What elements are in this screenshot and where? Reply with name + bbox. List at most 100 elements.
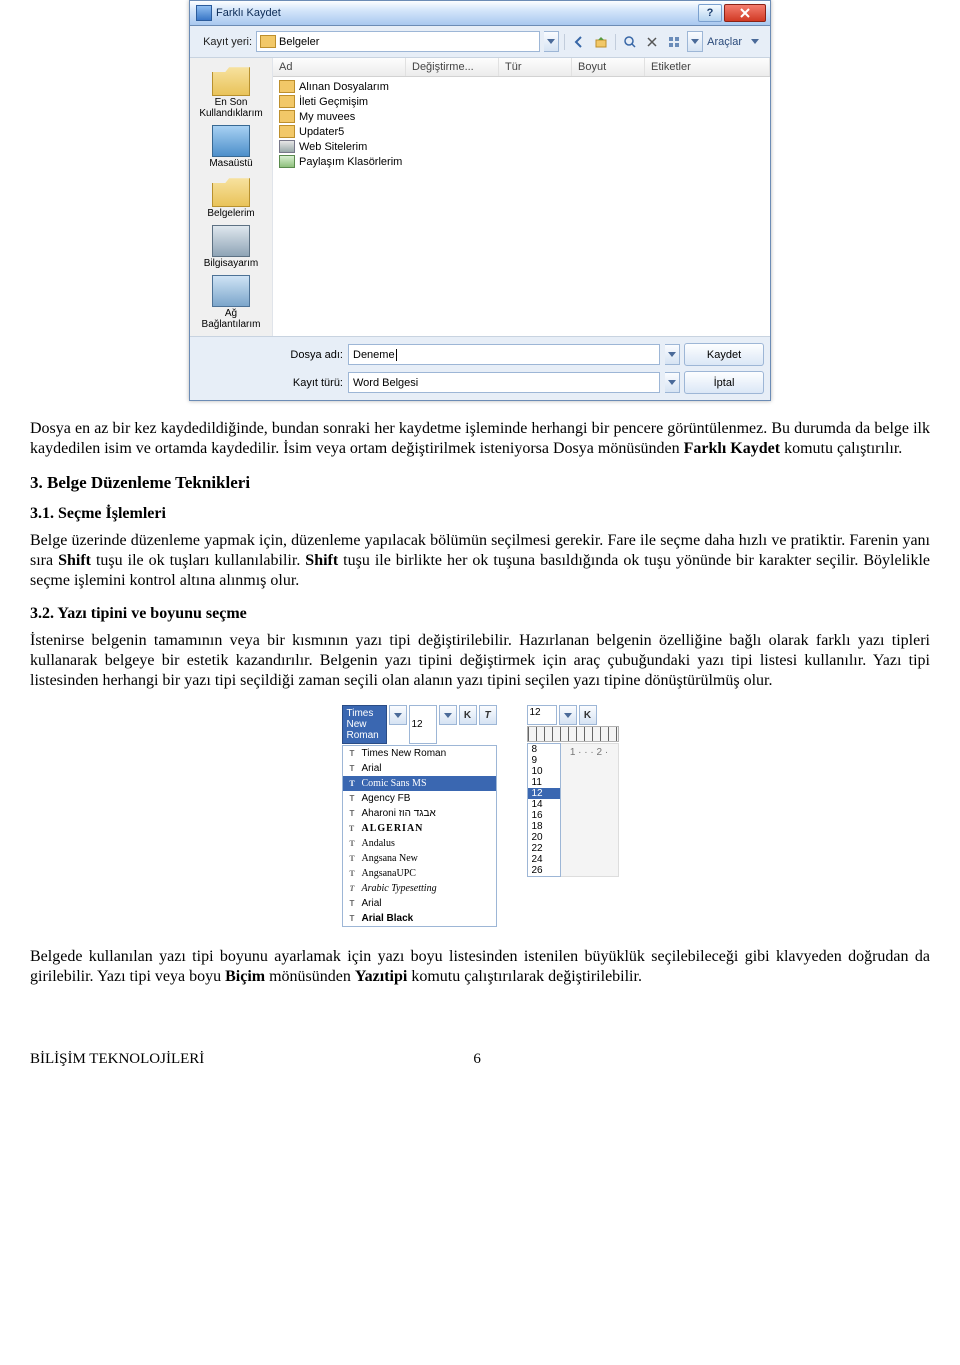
list-item[interactable]: 16 bbox=[528, 810, 560, 821]
up-folder-icon bbox=[594, 35, 608, 49]
footer-left: BİLİŞİM TEKNOLOJİLERİ bbox=[30, 1051, 204, 1068]
size-dropdown-button[interactable] bbox=[439, 705, 457, 725]
col-type[interactable]: Tür bbox=[499, 58, 572, 76]
size-toolbar: 12 K bbox=[527, 705, 619, 725]
truetype-icon: T bbox=[347, 853, 358, 864]
list-item[interactable]: TAharoni אבגד הוז bbox=[343, 806, 496, 821]
place-desktop-label: Masaüstü bbox=[196, 158, 266, 169]
list-item[interactable]: 8 bbox=[528, 744, 560, 755]
location-label: Kayıt yeri: bbox=[196, 36, 252, 48]
list-item[interactable]: 14 bbox=[528, 799, 560, 810]
close-button[interactable] bbox=[724, 4, 766, 22]
font-toolbar: Times New Roman 12 K T bbox=[342, 705, 497, 744]
up-folder-button[interactable] bbox=[592, 33, 610, 51]
paragraph: Belgede kullanılan yazı tipi boyunu ayar… bbox=[30, 947, 930, 987]
list-item[interactable]: 20 bbox=[528, 832, 560, 843]
views-button[interactable] bbox=[665, 33, 683, 51]
list-item[interactable]: İleti Geçmişim bbox=[277, 94, 766, 109]
col-size[interactable]: Boyut bbox=[572, 58, 645, 76]
list-item[interactable]: TAngsanaUPC bbox=[343, 866, 496, 881]
folder-icon bbox=[279, 110, 295, 123]
list-item[interactable]: 9 bbox=[528, 755, 560, 766]
truetype-icon: T bbox=[347, 748, 358, 759]
filename-label: Dosya adı: bbox=[283, 349, 343, 361]
folder-icon bbox=[279, 80, 295, 93]
filetype-select[interactable]: Word Belgesi bbox=[348, 372, 660, 393]
list-item[interactable]: 26 bbox=[528, 865, 560, 876]
list-item[interactable]: Alınan Dosyalarım bbox=[277, 79, 766, 94]
list-item[interactable]: 24 bbox=[528, 854, 560, 865]
place-documents[interactable]: Belgelerim bbox=[196, 173, 266, 221]
col-modified[interactable]: Değiştirme... bbox=[406, 58, 499, 76]
list-item[interactable]: Updater5 bbox=[277, 124, 766, 139]
bold-button[interactable]: K bbox=[579, 705, 597, 725]
list-item[interactable]: TAndalus bbox=[343, 836, 496, 851]
truetype-icon: T bbox=[347, 808, 358, 819]
figures-row: Times New Roman 12 K T TTimes New Roman … bbox=[30, 705, 930, 927]
documents-folder-icon bbox=[212, 175, 250, 207]
filename-input[interactable]: Deneme bbox=[348, 344, 660, 365]
font-size-box[interactable]: 12 bbox=[409, 705, 437, 744]
font-name-select[interactable]: Times New Roman bbox=[342, 705, 387, 744]
save-as-title-icon bbox=[196, 5, 212, 21]
filename-dropdown-button[interactable] bbox=[665, 344, 680, 365]
place-recent[interactable]: En Son Kullandıklarım bbox=[196, 62, 266, 121]
list-item[interactable]: TArial bbox=[343, 761, 496, 776]
back-button[interactable] bbox=[570, 33, 588, 51]
list-item[interactable]: TComic Sans MS bbox=[343, 776, 496, 791]
list-item[interactable]: TArial bbox=[343, 896, 496, 911]
tools-dropdown-button[interactable] bbox=[746, 33, 764, 51]
place-network[interactable]: Ağ Bağlantılarım bbox=[196, 273, 266, 332]
truetype-icon: T bbox=[347, 793, 358, 804]
location-select[interactable]: Belgeler bbox=[256, 31, 540, 52]
list-item[interactable]: TALGERIAN bbox=[343, 821, 496, 836]
search-button[interactable] bbox=[621, 33, 639, 51]
filetype-dropdown-button[interactable] bbox=[665, 372, 680, 393]
font-dropdown-button[interactable] bbox=[389, 705, 407, 725]
list-item[interactable]: Paylaşım Klasörlerim bbox=[277, 154, 766, 169]
list-item[interactable]: 12 bbox=[528, 788, 560, 799]
truetype-icon: T bbox=[347, 838, 358, 849]
help-button[interactable]: ? bbox=[698, 4, 722, 22]
column-headers[interactable]: Ad Değiştirme... Tür Boyut Etiketler bbox=[273, 58, 770, 77]
place-desktop[interactable]: Masaüstü bbox=[196, 123, 266, 171]
list-item[interactable]: My muvees bbox=[277, 109, 766, 124]
size-value-box[interactable]: 12 bbox=[527, 705, 557, 725]
paragraph: İstenirse belgenin tamamının veya bir kı… bbox=[30, 631, 930, 691]
list-item[interactable]: 11 bbox=[528, 777, 560, 788]
cancel-button[interactable]: İptal bbox=[684, 371, 764, 394]
save-button[interactable]: Kaydet bbox=[684, 343, 764, 366]
size-dropdown-button[interactable] bbox=[559, 705, 577, 725]
list-item[interactable]: Web Sitelerim bbox=[277, 139, 766, 154]
paragraph: Belge üzerinde düzenleme yapmak için, dü… bbox=[30, 531, 930, 591]
list-item[interactable]: 22 bbox=[528, 843, 560, 854]
delete-button[interactable] bbox=[643, 33, 661, 51]
bold-button[interactable]: K bbox=[459, 705, 477, 725]
computer-icon bbox=[212, 225, 250, 257]
views-dropdown-button[interactable] bbox=[687, 31, 703, 52]
save-as-dialog: Farklı Kaydet ? Kayıt yeri: Belgeler bbox=[189, 0, 771, 401]
truetype-icon: T bbox=[347, 868, 358, 879]
list-item[interactable]: TAngsana New bbox=[343, 851, 496, 866]
italic-button[interactable]: T bbox=[479, 705, 497, 725]
location-dropdown-button[interactable] bbox=[544, 31, 559, 52]
col-name[interactable]: Ad bbox=[273, 58, 406, 76]
size-dropdown-list[interactable]: 8 9 10 11 12 14 16 18 20 22 24 26 bbox=[527, 743, 561, 877]
dialog-titlebar[interactable]: Farklı Kaydet ? bbox=[190, 1, 770, 26]
filetype-label: Kayıt türü: bbox=[283, 377, 343, 389]
font-dropdown-list[interactable]: TTimes New Roman TArial TComic Sans MS T… bbox=[342, 745, 497, 927]
list-item[interactable]: TTimes New Roman bbox=[343, 746, 496, 761]
place-computer[interactable]: Bilgisayarım bbox=[196, 223, 266, 271]
truetype-icon: T bbox=[347, 778, 358, 789]
list-item[interactable]: TArial Black bbox=[343, 911, 496, 926]
heading-3-1: 3.1. Seçme İşlemleri bbox=[30, 505, 930, 523]
list-item[interactable]: 10 bbox=[528, 766, 560, 777]
col-tags[interactable]: Etiketler bbox=[645, 58, 770, 76]
list-item[interactable]: TAgency FB bbox=[343, 791, 496, 806]
desktop-icon bbox=[212, 125, 250, 157]
list-item[interactable]: TArabic Typesetting bbox=[343, 881, 496, 896]
tools-menu[interactable]: Araçlar bbox=[707, 36, 742, 48]
list-item[interactable]: 18 bbox=[528, 821, 560, 832]
search-icon bbox=[623, 35, 637, 49]
views-icon bbox=[667, 35, 681, 49]
